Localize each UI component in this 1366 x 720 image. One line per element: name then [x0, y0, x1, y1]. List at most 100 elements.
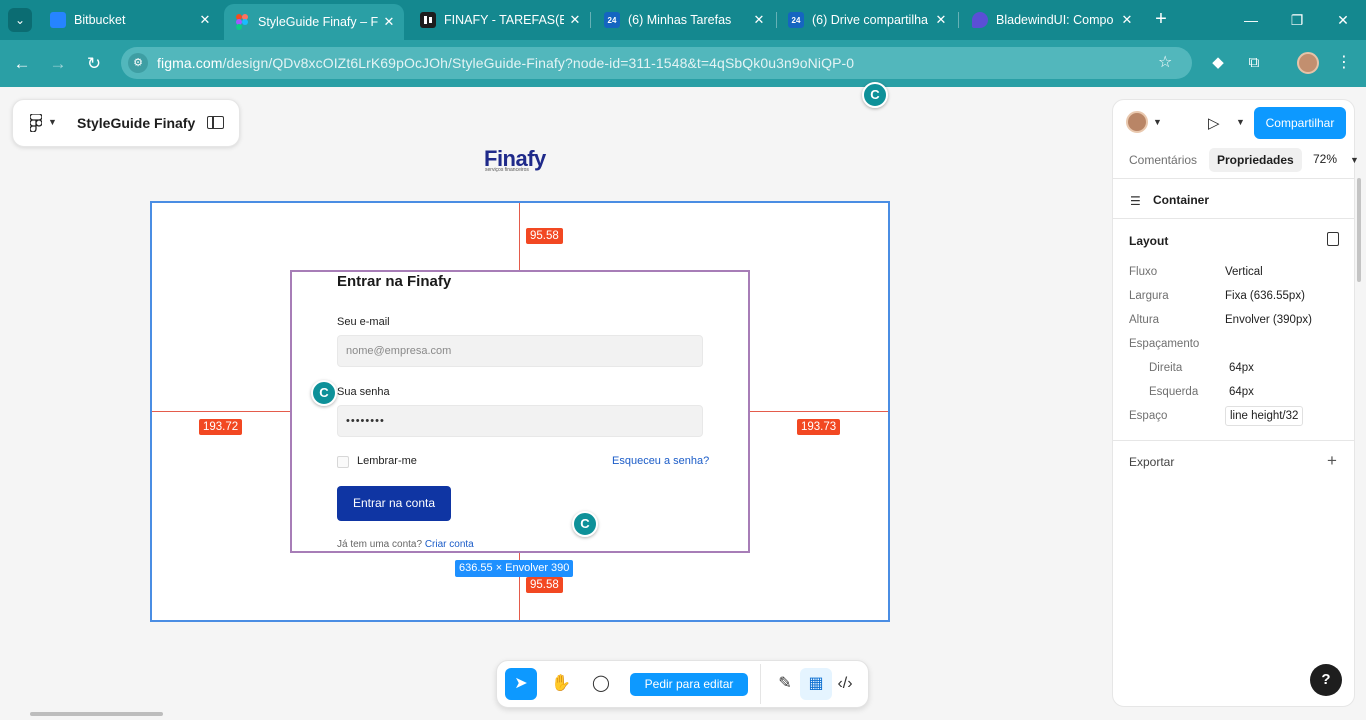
hand-tool[interactable]: ✋ [545, 668, 577, 700]
url-domain: figma.com [157, 55, 223, 71]
share-button[interactable]: Compartilhar [1254, 107, 1346, 139]
divider [1113, 440, 1354, 441]
present-play-icon[interactable]: ▷ [1208, 114, 1220, 132]
close-icon[interactable]: ✕ [930, 12, 952, 28]
url-path: /design/QDv8xcOIZt6LrK69pOcJOh/StyleGuid… [222, 55, 855, 71]
divider [1113, 178, 1354, 179]
bladewind-icon [972, 12, 988, 28]
toolbar-divider [760, 664, 761, 704]
measure-left: 193.72 [199, 419, 243, 435]
signup-text: Já tem uma conta? [337, 539, 423, 550]
tab-comments[interactable]: Comentários [1121, 148, 1205, 172]
size-badge: 636.55 × Envolver 390 [455, 560, 574, 577]
tab-finafy-tarefas[interactable]: FINAFY - TAREFAS(BIT ✕ [410, 6, 590, 34]
close-icon[interactable]: ✕ [378, 14, 400, 30]
tab-separator [776, 12, 777, 28]
selected-layer-name: Container [1153, 193, 1210, 207]
tab-bladewindui[interactable]: BladewindUI: Compo ✕ [962, 6, 1142, 34]
forgot-password-link[interactable]: Esqueceu a senha? [612, 455, 709, 467]
tab-bitbucket[interactable]: Bitbucket ✕ [40, 6, 220, 34]
layout-icon: ▦ [808, 675, 824, 692]
email-field[interactable]: nome@empresa.com [337, 335, 703, 367]
spacing-guide-right [750, 411, 888, 412]
avatar[interactable] [1126, 111, 1148, 133]
tab-drive-compartilhado[interactable]: 24 (6) Drive compartilha ✕ [778, 6, 956, 34]
help-button[interactable]: ? [1310, 664, 1342, 696]
file-name[interactable]: StyleGuide Finafy [77, 115, 195, 131]
remember-label: Lembrar-me [357, 455, 417, 467]
prop-value-height: Envolver (390px) [1225, 314, 1312, 326]
horizontal-scrollbar[interactable] [30, 712, 163, 716]
tab-search-button[interactable]: ⌄ [8, 8, 32, 32]
signup-link[interactable]: Criar conta [425, 539, 474, 550]
zoom-level[interactable]: 72% [1313, 152, 1337, 166]
prop-label-right: Direita [1149, 362, 1183, 374]
prop-value-width: Fixa (636.55px) [1225, 290, 1305, 302]
arrow-left-icon: ← [13, 54, 31, 73]
chevron-down-icon[interactable]: ▼ [1153, 117, 1162, 127]
close-icon[interactable]: ✕ [748, 12, 770, 28]
draw-mode-button[interactable]: ✎ [769, 668, 801, 700]
comment-tool[interactable]: ◯ [585, 668, 617, 700]
signup-prompt: Já tem uma conta? Criar conta [337, 539, 474, 550]
prop-label-height: Altura [1129, 314, 1160, 326]
password-label: Sua senha [337, 386, 390, 398]
bitbucket-icon [50, 12, 66, 28]
prop-label-flow: Fluxo [1129, 266, 1158, 278]
prop-label-left: Esquerda [1149, 386, 1199, 398]
clipboard-icon[interactable] [1327, 232, 1339, 246]
bookmark-star-icon[interactable]: ☆ [1158, 52, 1172, 72]
url-text[interactable]: figma.com/design/QDv8xcOIZt6LrK69pOcJOh/… [157, 55, 854, 71]
measure-right: 193.73 [797, 419, 841, 435]
kebab-menu-icon[interactable]: ⋮ [1336, 52, 1352, 72]
password-field[interactable]: •••••••• [337, 405, 703, 437]
chevron-down-icon[interactable]: ▼ [48, 117, 57, 127]
reload-button[interactable]: ↻ [82, 52, 106, 76]
dev-mode-button[interactable]: ‹/› [829, 668, 861, 700]
prop-value-gap[interactable]: line height/32 [1225, 406, 1304, 426]
collaborator-cursor: C [311, 380, 337, 406]
cursor-arrow-icon: ➤ [514, 675, 528, 692]
extension-icon[interactable]: ◆ [1207, 52, 1229, 74]
tab-title: (6) Minhas Tarefas [628, 13, 732, 27]
comment-icon: ◯ [592, 675, 610, 692]
collaborator-cursor: C [862, 82, 888, 108]
move-tool[interactable]: ➤ [505, 668, 537, 700]
new-tab-button[interactable]: + [1150, 8, 1172, 30]
puzzle-icon[interactable]: ⧉ [1243, 52, 1265, 74]
design-mode-button[interactable]: ▦ [800, 668, 832, 700]
site-settings-icon[interactable]: ⚙ [128, 53, 148, 73]
remember-checkbox[interactable] [337, 456, 349, 468]
chevron-down-icon[interactable]: ▼ [1236, 117, 1245, 127]
login-button[interactable]: Entrar na conta [337, 486, 451, 521]
close-icon[interactable]: ✕ [194, 12, 216, 28]
tab-minhas-tarefas[interactable]: 24 (6) Minhas Tarefas ✕ [594, 6, 774, 34]
sidebar-toggle-icon[interactable] [207, 116, 224, 129]
close-window-button[interactable]: ✕ [1329, 6, 1357, 34]
tab-title: FINAFY - TAREFAS(BIT [444, 13, 564, 27]
tab-styleguide-finafy[interactable]: StyleGuide Finafy – Fi ✕ [224, 4, 404, 40]
tab-properties[interactable]: Propriedades [1209, 148, 1302, 172]
add-export-icon[interactable]: + [1327, 451, 1337, 471]
figma-icon [234, 14, 250, 30]
request-edit-button[interactable]: Pedir para editar [630, 673, 748, 696]
chevron-down-icon[interactable]: ▼ [1350, 155, 1359, 165]
prop-label-padding: Espaçamento [1129, 338, 1200, 350]
profile-avatar[interactable] [1297, 52, 1319, 74]
collaborator-cursor: C [572, 511, 598, 537]
back-button[interactable]: ← [10, 52, 34, 76]
forward-button[interactable]: → [46, 52, 70, 76]
close-icon[interactable]: ✕ [564, 12, 586, 28]
reload-icon: ↻ [86, 54, 102, 73]
properties-panel [1112, 99, 1355, 707]
prop-label-gap: Espaço [1129, 410, 1168, 422]
panel-scrollbar[interactable] [1357, 178, 1361, 282]
close-icon[interactable]: ✕ [1116, 12, 1138, 28]
restore-button[interactable]: ❐ [1283, 6, 1311, 34]
brand-tagline: serviços financeiros [485, 167, 529, 173]
login-title: Entrar na Finafy [337, 273, 452, 290]
layout-section-title: Layout [1129, 234, 1169, 248]
figma-menu-icon[interactable] [29, 113, 44, 133]
tab-title: (6) Drive compartilha [812, 13, 929, 27]
minimize-button[interactable]: — [1237, 6, 1265, 34]
